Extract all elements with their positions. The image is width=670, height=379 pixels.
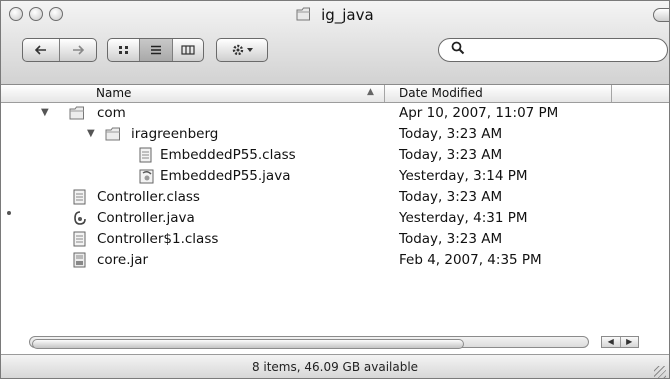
scroll-arrows: ◀ ▶ bbox=[601, 336, 639, 348]
name-column-header[interactable]: Name bbox=[96, 86, 131, 100]
list-item[interactable]: Controller$1.class Today, 3:23 AM bbox=[1, 229, 669, 250]
window-title: ig_java bbox=[321, 6, 374, 24]
gear-icon bbox=[232, 44, 253, 56]
item-date: Yesterday, 4:31 PM bbox=[399, 210, 528, 226]
back-forward-control bbox=[22, 38, 97, 62]
list-item[interactable]: Controller.java Yesterday, 4:31 PM bbox=[1, 208, 669, 229]
column-divider[interactable] bbox=[611, 85, 612, 102]
status-bar: 8 items, 46.09 GB available bbox=[1, 354, 669, 378]
scrollbar-track[interactable] bbox=[29, 336, 589, 349]
disclosure-triangle-icon[interactable]: ▼ bbox=[41, 107, 49, 118]
back-arrow-icon bbox=[35, 45, 46, 55]
status-text: 8 items, 46.09 GB available bbox=[251, 360, 419, 374]
list-item[interactable]: ▼ com Apr 10, 2007, 11:07 PM bbox=[1, 103, 669, 124]
resize-grip-icon[interactable] bbox=[654, 366, 666, 378]
file-list: ▼ com Apr 10, 2007, 11:07 PM ▼ iragreenb… bbox=[1, 103, 669, 271]
action-menu-button[interactable] bbox=[216, 38, 268, 62]
class-file-icon bbox=[73, 231, 87, 247]
sidebar-collapse-handle[interactable] bbox=[7, 211, 11, 215]
icon-view-button[interactable] bbox=[108, 39, 141, 61]
item-name: iragreenberg bbox=[131, 126, 219, 142]
folder-icon bbox=[69, 105, 84, 121]
column-divider[interactable] bbox=[384, 85, 385, 102]
back-button[interactable] bbox=[23, 39, 60, 61]
item-name: com bbox=[97, 105, 126, 121]
java-file-icon bbox=[73, 210, 87, 226]
view-control bbox=[107, 38, 204, 62]
finder-window: ig_java Name ▲ Date Modified ▼ com Apr 1… bbox=[0, 0, 670, 379]
icon-view-icon bbox=[118, 46, 128, 54]
sort-ascending-icon: ▲ bbox=[367, 87, 374, 97]
item-name: Controller$1.class bbox=[97, 231, 219, 247]
window-title-bar: ig_java bbox=[1, 6, 669, 25]
class-file-icon bbox=[73, 189, 87, 205]
jar-file-icon bbox=[73, 252, 87, 268]
scrollbar-thumb[interactable] bbox=[32, 339, 464, 349]
item-name: EmbeddedP55.class bbox=[160, 147, 296, 163]
column-view-icon bbox=[181, 45, 195, 55]
item-date: Feb 4, 2007, 4:35 PM bbox=[399, 252, 542, 268]
date-column-header[interactable]: Date Modified bbox=[399, 86, 483, 100]
item-name: Controller.java bbox=[97, 210, 195, 226]
item-date: Apr 10, 2007, 11:07 PM bbox=[399, 105, 559, 121]
item-date: Today, 3:23 AM bbox=[399, 126, 503, 142]
item-name: Controller.class bbox=[97, 189, 200, 205]
column-headers: Name ▲ Date Modified bbox=[1, 85, 669, 103]
list-view-icon bbox=[150, 45, 161, 55]
list-item[interactable]: Controller.class Today, 3:23 AM bbox=[1, 187, 669, 208]
item-name: EmbeddedP55.java bbox=[160, 168, 291, 184]
item-date: Yesterday, 3:14 PM bbox=[399, 168, 528, 184]
item-name: core.jar bbox=[97, 252, 149, 268]
item-date: Today, 3:23 AM bbox=[399, 189, 503, 205]
item-date: Today, 3:23 AM bbox=[399, 147, 503, 163]
list-item[interactable]: ▼ iragreenberg Today, 3:23 AM bbox=[1, 124, 669, 145]
folder-icon bbox=[296, 7, 312, 25]
list-view-button[interactable] bbox=[140, 39, 173, 61]
horizontal-scrollbar[interactable]: ◀ ▶ bbox=[29, 335, 641, 349]
item-date: Today, 3:23 AM bbox=[399, 231, 503, 247]
column-view-button[interactable] bbox=[173, 39, 203, 61]
toolbar-toggle-button[interactable] bbox=[653, 8, 669, 22]
list-item[interactable]: EmbeddedP55.java Yesterday, 3:14 PM bbox=[1, 166, 669, 187]
list-item[interactable]: EmbeddedP55.class Today, 3:23 AM bbox=[1, 145, 669, 166]
forward-button[interactable] bbox=[60, 39, 96, 61]
list-item[interactable]: core.jar Feb 4, 2007, 4:35 PM bbox=[1, 250, 669, 271]
scroll-left-arrow-icon[interactable]: ◀ bbox=[602, 337, 621, 347]
forward-arrow-icon bbox=[73, 45, 84, 55]
search-field[interactable] bbox=[438, 38, 668, 62]
toolbar-area: ig_java bbox=[1, 1, 669, 85]
scroll-right-arrow-icon[interactable]: ▶ bbox=[621, 337, 639, 347]
java-file-icon bbox=[139, 168, 154, 184]
folder-icon bbox=[105, 126, 120, 142]
search-input[interactable] bbox=[469, 41, 661, 61]
class-file-icon bbox=[139, 147, 153, 163]
disclosure-triangle-icon[interactable]: ▼ bbox=[87, 128, 95, 139]
search-icon bbox=[451, 41, 465, 59]
